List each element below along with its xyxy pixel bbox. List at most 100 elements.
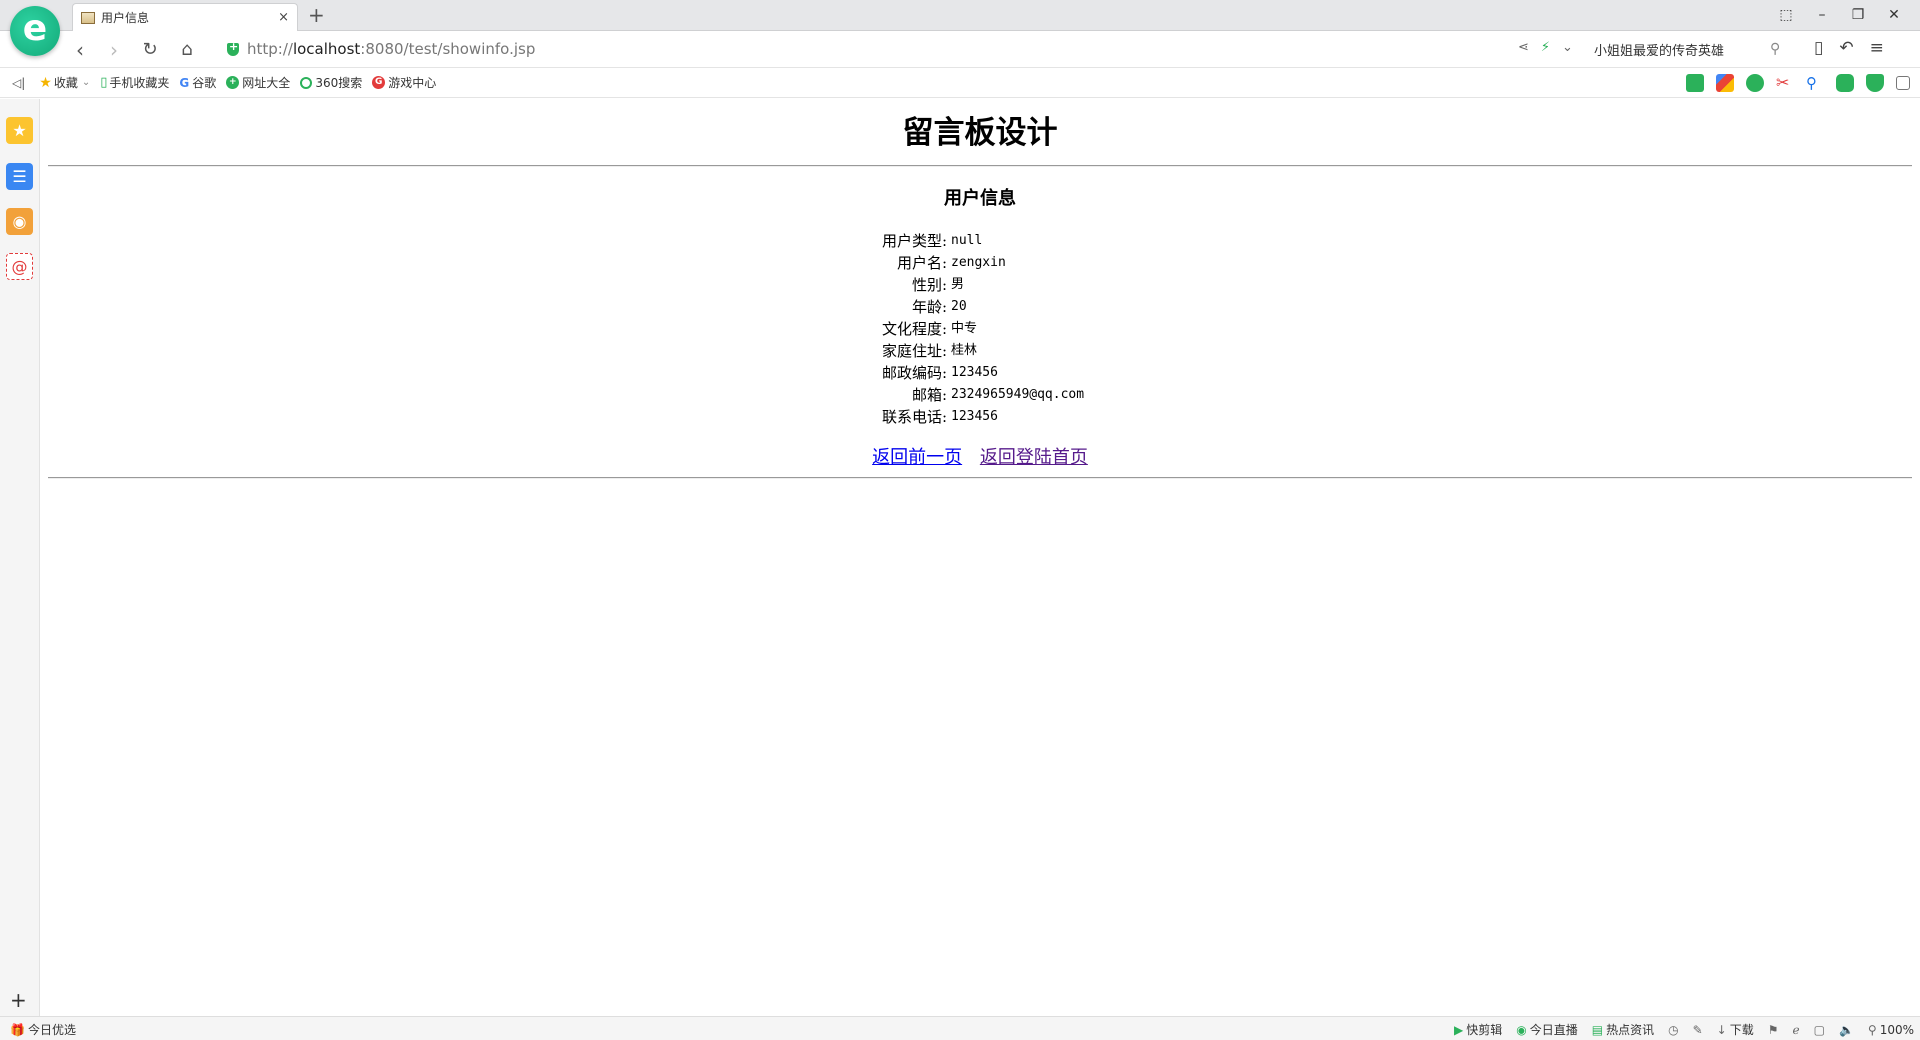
bookmark-games[interactable]: G 游戏中心 — [372, 74, 436, 91]
back-link[interactable]: 返回前一页 — [872, 447, 962, 468]
info-label: 用户类型: — [881, 232, 947, 250]
back-button[interactable]: ‹ — [68, 38, 92, 62]
forward-button[interactable]: › — [102, 38, 126, 62]
status-label: 今日直播 — [1529, 1023, 1578, 1037]
bookmark-label: 360搜索 — [315, 76, 363, 90]
status-bar-right: ▶ 快剪辑 ◉ 今日直播 ▤ 热点资讯 ◷ ✎ ↓ 下载 ⚑ ℯ ▢ 🔈 ⚲ 100% — [1454, 1021, 1914, 1038]
zoom-item[interactable]: ⚲ 100% — [1868, 1023, 1914, 1037]
favorites-star-icon[interactable]: ★ — [6, 117, 33, 144]
login-home-link[interactable]: 返回登陆首页 — [980, 447, 1088, 468]
search-suggestion[interactable]: 小姐姐最爱的传奇英雄 — [1594, 40, 1784, 59]
menu-icon[interactable]: ≡ — [1870, 38, 1884, 58]
undo-icon[interactable]: ↶ — [1839, 38, 1853, 58]
bookmark-label: 手机收藏夹 — [109, 76, 170, 90]
bookmark-google[interactable]: G 谷歌 — [179, 74, 216, 91]
live-play-icon: ◉ — [1516, 1022, 1527, 1037]
shield-icon[interactable] — [1866, 74, 1884, 92]
section-title: 用户信息 — [944, 188, 1016, 209]
sound-item[interactable]: 🔈 — [1839, 1023, 1854, 1037]
reader-extension-icon[interactable] — [1686, 74, 1704, 92]
address-field[interactable]: http://localhost:8080/test/showinfo.jsp — [247, 40, 535, 58]
info-row-address: 家庭住址: 桂林 — [48, 340, 1912, 362]
info-label: 年龄: — [911, 298, 947, 316]
chevron-down-icon: ⌄ — [81, 77, 91, 88]
bookmark-mobile[interactable]: ▯ 手机收藏夹 — [100, 74, 169, 91]
news-item[interactable]: ▤ 热点资讯 — [1592, 1021, 1654, 1038]
email-icon[interactable]: @ — [6, 253, 33, 280]
flag-item[interactable]: ⚑ — [1768, 1023, 1779, 1037]
info-label: 性别: — [911, 276, 947, 294]
bookmark-favorites[interactable]: ★ 收藏 ⌄ — [39, 74, 90, 91]
scissors-icon[interactable]: ✂ — [1776, 74, 1794, 92]
share-icon[interactable]: ⋖ — [1518, 40, 1529, 55]
translate-extension-icon[interactable] — [1746, 74, 1764, 92]
restore-button[interactable]: ❐ — [1840, 4, 1876, 26]
status-label: 下载 — [1729, 1023, 1754, 1037]
navigation-bar: ‹ › ↻ ⌂ http://localhost:8080/test/showi… — [0, 31, 1920, 68]
info-row-phone: 联系电话: 123456 — [48, 406, 1912, 428]
search-icon[interactable]: ⚲ — [1770, 41, 1780, 57]
bookmarks-bar: ◁| ★ 收藏 ⌄ ▯ 手机收藏夹 G 谷歌 + 网址大全 360搜索 G 游戏… — [0, 68, 1920, 98]
skin-icon[interactable]: ⬚ — [1768, 4, 1804, 26]
star-icon: ★ — [39, 74, 52, 91]
apps-grid-icon[interactable] — [1896, 76, 1910, 90]
navigation-links: 返回前一页 返回登陆首页 — [48, 443, 1912, 469]
address-actions: ⋖ ⚡ ⌄ — [1518, 40, 1573, 55]
close-window-button[interactable]: ✕ — [1876, 4, 1912, 26]
window-controls: ⬚ – ❐ ✕ — [1768, 4, 1912, 26]
bookmark-sites[interactable]: + 网址大全 — [226, 74, 290, 91]
info-label: 邮箱: — [911, 386, 947, 404]
info-row-age: 年龄: 20 — [48, 296, 1912, 318]
status-bar: 🎁 今日优选 ▶ 快剪辑 ◉ 今日直播 ▤ 热点资讯 ◷ ✎ ↓ 下载 ⚑ ℯ ▢ 🔈 … — [0, 1016, 1920, 1040]
news-feed-icon[interactable]: ☰ — [6, 163, 33, 190]
sidebar-add-icon[interactable]: + — [10, 988, 27, 1012]
bookmark-label: 收藏 — [53, 76, 78, 90]
live-item[interactable]: ◉ 今日直播 — [1516, 1021, 1578, 1038]
tab-strip: 用户信息 × + ⬚ – ❐ ✕ — [0, 0, 1920, 31]
status-label: 热点资讯 — [1606, 1023, 1655, 1037]
download-item[interactable]: ↓ 下载 — [1717, 1021, 1754, 1038]
info-row-email: 邮箱: 2324965949@qq.com — [48, 384, 1912, 406]
dropdown-chevron-icon[interactable]: ⌄ — [1562, 40, 1573, 55]
window-icon: ▢ — [1813, 1022, 1825, 1037]
weibo-icon[interactable]: ◉ — [6, 208, 33, 235]
bookmark-360search[interactable]: 360搜索 — [300, 74, 362, 91]
today-picks[interactable]: 🎁 今日优选 — [10, 1021, 76, 1038]
sites-icon: + — [226, 76, 240, 89]
top-divider — [48, 165, 1912, 167]
security-shield-icon[interactable] — [227, 40, 239, 56]
news-icon: ▤ — [1591, 1022, 1604, 1037]
info-label: 文化程度: — [881, 320, 947, 338]
tab-close-icon[interactable]: × — [278, 10, 289, 25]
pin-item[interactable]: ✎ — [1693, 1023, 1703, 1037]
ie-mode-item[interactable]: ℯ — [1792, 1023, 1799, 1037]
magnifier-icon[interactable]: ⚲ — [1806, 74, 1824, 92]
browser-tab[interactable]: 用户信息 × — [72, 3, 298, 31]
game-icon: G — [372, 76, 386, 89]
flag-icon: ⚑ — [1767, 1022, 1779, 1037]
home-button[interactable]: ⌂ — [175, 38, 199, 62]
info-value: null — [951, 233, 983, 248]
url-scheme-host: http://localhost — [247, 40, 361, 58]
sidebar-toggle-icon[interactable]: ◁| — [12, 76, 25, 90]
window-item[interactable]: ▢ — [1814, 1023, 1825, 1037]
reading-mode-icon[interactable]: ▯ — [1814, 38, 1823, 58]
speed-mode-icon[interactable]: ⚡ — [1541, 40, 1550, 55]
quick-edit-item[interactable]: ▶ 快剪辑 — [1454, 1021, 1502, 1038]
left-sidebar: ★ ☰ ◉ @ + — [0, 99, 40, 1016]
zoom-level: 100% — [1879, 1022, 1914, 1037]
minimize-button[interactable]: – — [1804, 4, 1840, 26]
browser-logo[interactable]: e — [10, 6, 60, 56]
chrome-extension-icon[interactable] — [1716, 74, 1734, 92]
info-row-username: 用户名: zengxin — [48, 252, 1912, 274]
gamepad-icon[interactable] — [1836, 74, 1854, 92]
speaker-icon: 🔈 — [1838, 1022, 1854, 1037]
info-value: 桂林 — [951, 343, 978, 358]
info-value: 123456 — [951, 409, 998, 424]
reload-button[interactable]: ↻ — [138, 38, 162, 62]
page-title: 留言板设计 — [902, 115, 1058, 151]
bookmark-label: 网址大全 — [242, 76, 291, 90]
new-tab-button[interactable]: + — [308, 3, 325, 27]
google-icon: G — [179, 75, 190, 90]
speedup-item[interactable]: ◷ — [1668, 1023, 1678, 1037]
